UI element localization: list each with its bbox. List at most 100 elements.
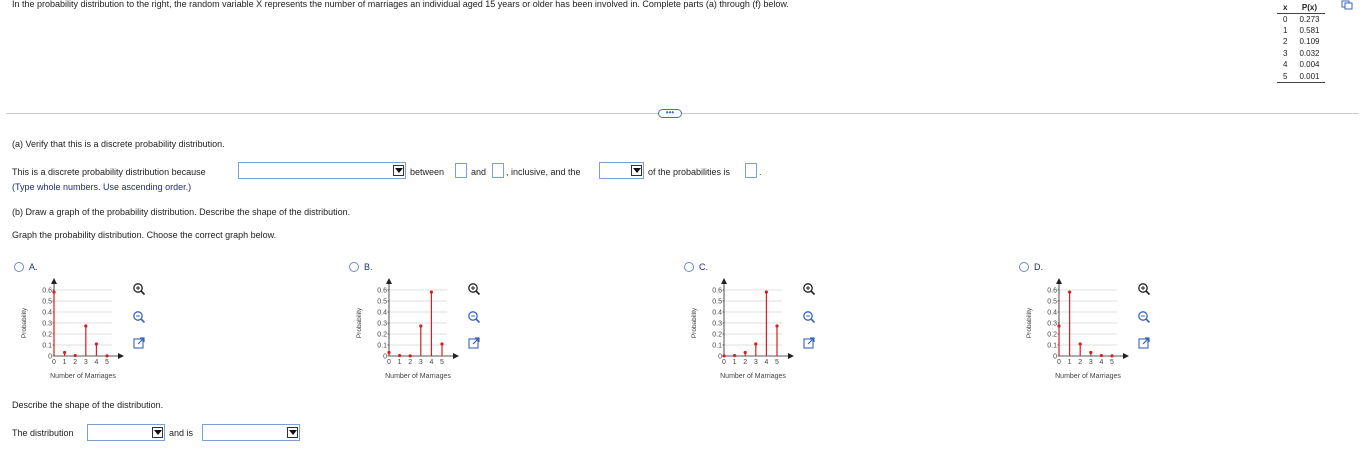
- y-axis-label: Probability: [356, 307, 363, 338]
- y-axis-arrow: [721, 278, 727, 284]
- stem-marker: [408, 354, 412, 358]
- probability-graph: 0.60.50.40.30.20.100 1 2 3 4 5ProbabilityNumb…: [356, 278, 459, 380]
- y-tick-label: 0.5: [712, 299, 722, 306]
- probability-graph: 0.60.50.40.30.20.100 1 2 3 4 5ProbabilityNumb…: [21, 278, 124, 380]
- x-tick-label: 3: [754, 359, 758, 366]
- y-tick-label: 0.1: [1047, 343, 1057, 350]
- x-tick-label: 0: [52, 359, 56, 366]
- lower-bound-input[interactable]: [455, 163, 467, 178]
- part-b-instruction: Graph the probability distribution. Choo…: [12, 230, 277, 240]
- skew-dropdown[interactable]: [202, 424, 300, 441]
- zoom-in-icon[interactable]: [802, 282, 816, 296]
- option-radio-1[interactable]: [349, 262, 359, 272]
- probability-graph: 0.60.50.40.30.20.100 1 2 3 4 5ProbabilityNumb…: [1026, 278, 1129, 380]
- reason-dropdown[interactable]: [238, 162, 406, 179]
- x-tick-label: 0: [387, 359, 391, 366]
- table-cell-x: 2: [1283, 37, 1288, 47]
- copy-icon[interactable]: [1341, 0, 1353, 10]
- stem-marker: [1068, 290, 1072, 294]
- table-row: 0 0.273: [1277, 13, 1325, 25]
- stem-marker: [1057, 324, 1061, 328]
- expand-icon[interactable]: [132, 336, 146, 350]
- table-cell-px: 0.109: [1299, 37, 1320, 47]
- zoom-out-icon[interactable]: [1137, 310, 1151, 324]
- x-axis-label: Number of Marriages: [720, 373, 786, 380]
- table-row: 1 0.581: [1277, 25, 1325, 37]
- sum-input[interactable]: [745, 163, 757, 178]
- stem-marker: [84, 324, 88, 328]
- table-cell-x: 4: [1283, 60, 1288, 70]
- option-radio-3[interactable]: [1019, 262, 1029, 272]
- probability-table: x P(x) 0 0.273 1 0.581 2 0.109 3 0.032 4 0.004 5 0.…: [1277, 2, 1326, 83]
- aggregate-dropdown[interactable]: [599, 162, 644, 179]
- y-tick-label: 0.1: [377, 343, 387, 350]
- part-a-hint: (Type whole numbers. Use ascending order…: [12, 182, 192, 192]
- zoom-out-icon[interactable]: [467, 310, 481, 324]
- table-cell-x: 1: [1283, 25, 1288, 35]
- table-row: 4 0.004: [1277, 59, 1325, 71]
- describe-shape-label: Describe the shape of the distribution.: [12, 400, 164, 410]
- part-b-heading: (b) Draw a graph of the probability dist…: [12, 207, 351, 217]
- x-tick-label: 1: [398, 359, 402, 366]
- x-tick-label: 2: [408, 359, 412, 366]
- option-letter: B.: [364, 262, 373, 272]
- option-letter: C.: [699, 262, 708, 272]
- more-button[interactable]: •••: [658, 109, 682, 118]
- x-tick-label: 2: [743, 359, 747, 366]
- y-axis-arrow: [51, 278, 57, 284]
- stem-marker: [73, 353, 77, 358]
- expand-icon[interactable]: [1137, 336, 1151, 350]
- expand-icon[interactable]: [467, 336, 481, 350]
- x-axis-arrow: [1123, 353, 1129, 359]
- y-tick-label: 0.5: [1047, 299, 1057, 306]
- x-tick-label: 5: [1110, 359, 1114, 366]
- stem-marker: [754, 342, 758, 346]
- table-cell-px: 0.273: [1299, 14, 1320, 24]
- x-tick-label: 0: [1057, 359, 1061, 366]
- y-tick-label: 0.6: [377, 288, 387, 295]
- stem-marker: [1078, 342, 1082, 346]
- table-cell-px: 0.032: [1299, 48, 1320, 58]
- x-tick-label: 0: [722, 359, 726, 366]
- shape-dropdown[interactable]: [87, 424, 165, 441]
- option-radio-2[interactable]: [684, 262, 694, 272]
- between-label: between: [410, 167, 445, 177]
- expand-icon[interactable]: [802, 336, 816, 350]
- stem-marker: [743, 350, 747, 355]
- y-axis-label: Probability: [1026, 307, 1033, 338]
- stem-marker: [775, 324, 779, 328]
- table-row: 5 0.001: [1277, 70, 1326, 83]
- x-tick-label: 1: [63, 359, 67, 366]
- y-axis-arrow: [1056, 278, 1062, 284]
- stem-marker: [1089, 350, 1093, 355]
- part-a-sentence-start: This is a discrete probability distribut…: [12, 167, 206, 177]
- table-cell-x: 0: [1283, 14, 1288, 24]
- upper-bound-input[interactable]: [492, 163, 504, 178]
- option-letter: D.: [1034, 262, 1043, 272]
- table-row: 3 0.032: [1277, 48, 1325, 60]
- table-cell-px: 0.004: [1299, 60, 1320, 70]
- zoom-out-icon[interactable]: [802, 310, 816, 324]
- stem-marker: [440, 342, 444, 346]
- and-label: and: [471, 167, 487, 177]
- x-tick-label: 3: [84, 359, 88, 366]
- y-tick-label: 0.1: [42, 343, 52, 350]
- period: .: [759, 167, 762, 177]
- stem-marker: [387, 350, 391, 355]
- zoom-in-icon[interactable]: [132, 282, 146, 296]
- dropdown-arrow-icon: [631, 165, 642, 176]
- zoom-in-icon[interactable]: [1137, 282, 1151, 296]
- probability-graph: 0.60.50.40.30.20.100 1 2 3 4 5ProbabilityNumb…: [691, 278, 794, 380]
- y-tick-label: 0.1: [712, 343, 722, 350]
- y-tick-label: 0.2: [42, 332, 52, 339]
- table-cell-px: 0.001: [1293, 70, 1326, 83]
- y-tick-label: 0.2: [1047, 332, 1057, 339]
- x-axis-label: Number of Marriages: [1055, 373, 1121, 380]
- x-tick-label: 2: [1078, 359, 1082, 366]
- y-tick-label: 0.5: [377, 299, 387, 306]
- option-radio-0[interactable]: [14, 262, 24, 272]
- zoom-in-icon[interactable]: [467, 282, 481, 296]
- y-axis-label: Probability: [691, 307, 698, 338]
- zoom-out-icon[interactable]: [132, 310, 146, 324]
- x-tick-label: 4: [94, 359, 98, 366]
